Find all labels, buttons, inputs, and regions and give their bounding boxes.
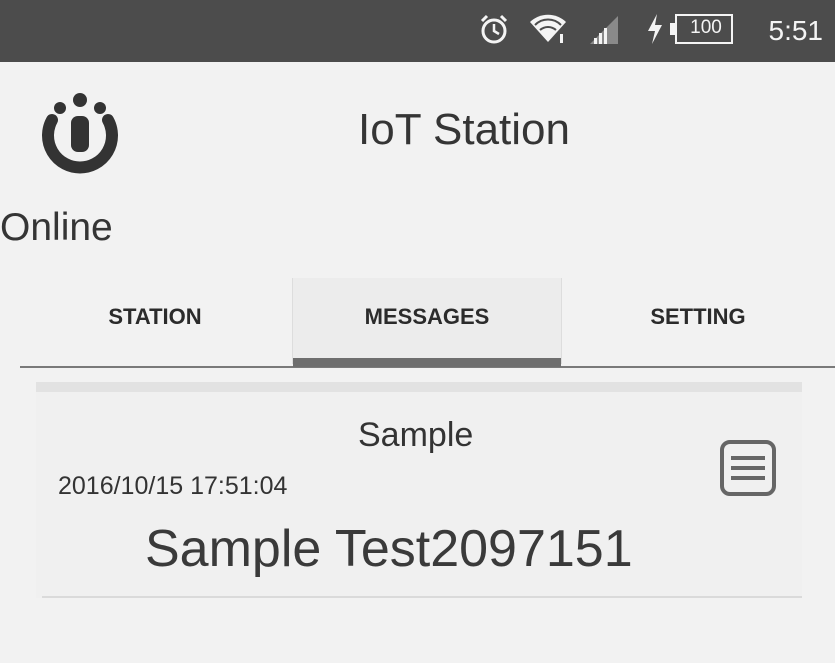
tab-divider bbox=[561, 278, 562, 364]
list-divider bbox=[42, 596, 802, 598]
tab-divider bbox=[292, 278, 293, 364]
message-body: Sample Test2097151 bbox=[145, 520, 633, 578]
charging-icon bbox=[645, 12, 665, 51]
selected-tab-indicator bbox=[293, 358, 561, 367]
tab-bar: STATION MESSAGES SETTING bbox=[0, 278, 835, 370]
tab-setting[interactable]: SETTING bbox=[561, 278, 835, 368]
status-bar: 100 5:51 bbox=[0, 0, 835, 62]
message-timestamp: 2016/10/15 17:51:04 bbox=[58, 472, 288, 500]
power-logo-icon bbox=[30, 84, 130, 189]
tab-messages[interactable]: MESSAGES bbox=[293, 278, 561, 368]
wifi-icon bbox=[528, 12, 568, 51]
battery-icon: 100 bbox=[664, 12, 734, 51]
status-time: 5:51 bbox=[768, 15, 824, 46]
connection-status: Online bbox=[0, 206, 113, 249]
message-title: Sample bbox=[358, 416, 474, 454]
cell-signal-icon bbox=[586, 12, 620, 51]
tab-station[interactable]: STATION bbox=[20, 278, 290, 368]
app-title: IoT Station bbox=[358, 105, 570, 154]
alarm-clock-icon bbox=[477, 12, 511, 51]
battery-level: 100 bbox=[690, 17, 722, 38]
message-detail-icon[interactable] bbox=[718, 438, 778, 503]
